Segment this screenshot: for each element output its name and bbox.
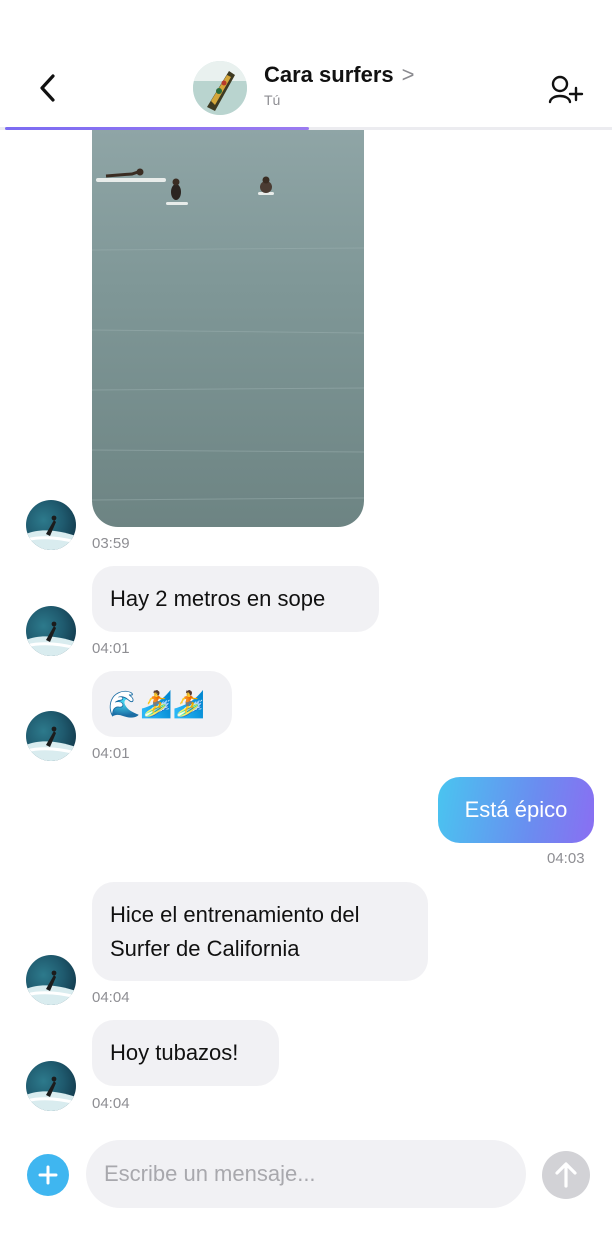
- back-button[interactable]: [32, 70, 64, 106]
- message-time: 04:04: [92, 989, 130, 1006]
- add-user-button[interactable]: [548, 74, 584, 106]
- plus-icon: [38, 1165, 58, 1185]
- message-time: 04:01: [92, 640, 130, 657]
- group-avatar[interactable]: [193, 61, 247, 115]
- sender-avatar[interactable]: [26, 955, 76, 1005]
- chevron-left-icon: [40, 74, 55, 102]
- attach-button[interactable]: [27, 1154, 69, 1196]
- incoming-message-bubble[interactable]: Hay 2 metros en sope: [92, 566, 379, 632]
- chat-subtitle: Tú: [264, 92, 281, 108]
- message-composer[interactable]: [86, 1140, 526, 1208]
- message-time: 04:03: [547, 850, 585, 867]
- chat-title: Cara surfers: [264, 62, 394, 87]
- message-text-line: Surfer de California: [110, 935, 300, 961]
- message-input[interactable]: [104, 1161, 526, 1187]
- message-text: Está épico: [464, 797, 568, 822]
- send-button[interactable]: [542, 1151, 590, 1199]
- chat-header: Cara surfers > Tú: [0, 0, 612, 130]
- sender-avatar[interactable]: [26, 1061, 76, 1111]
- message-text: Hoy tubazos!: [110, 1040, 239, 1065]
- sender-avatar[interactable]: [26, 500, 76, 550]
- incoming-message-bubble[interactable]: 🌊🏄🏄: [92, 671, 232, 737]
- chat-title-area[interactable]: Cara surfers > Tú: [264, 62, 415, 108]
- sender-avatar[interactable]: [26, 606, 76, 656]
- message-time: 04:01: [92, 745, 130, 762]
- message-time: 04:04: [92, 1095, 130, 1112]
- incoming-message-bubble[interactable]: Hice el entrenamiento del Surfer de Cali…: [92, 882, 428, 981]
- incoming-message-bubble[interactable]: Hoy tubazos!: [92, 1020, 279, 1086]
- message-time: 03:59: [92, 535, 130, 552]
- message-text: Hay 2 metros en sope: [110, 586, 326, 611]
- outgoing-message-bubble[interactable]: Está épico: [438, 777, 594, 843]
- add-user-icon: [548, 75, 584, 104]
- message-emoji: 🌊🏄🏄: [108, 689, 206, 719]
- message-text-line: Hice el entrenamiento del: [110, 901, 360, 927]
- video-message[interactable]: [92, 130, 364, 527]
- sender-avatar[interactable]: [26, 711, 76, 761]
- chevron-right-icon: >: [401, 62, 415, 87]
- arrow-up-icon: [555, 1162, 577, 1188]
